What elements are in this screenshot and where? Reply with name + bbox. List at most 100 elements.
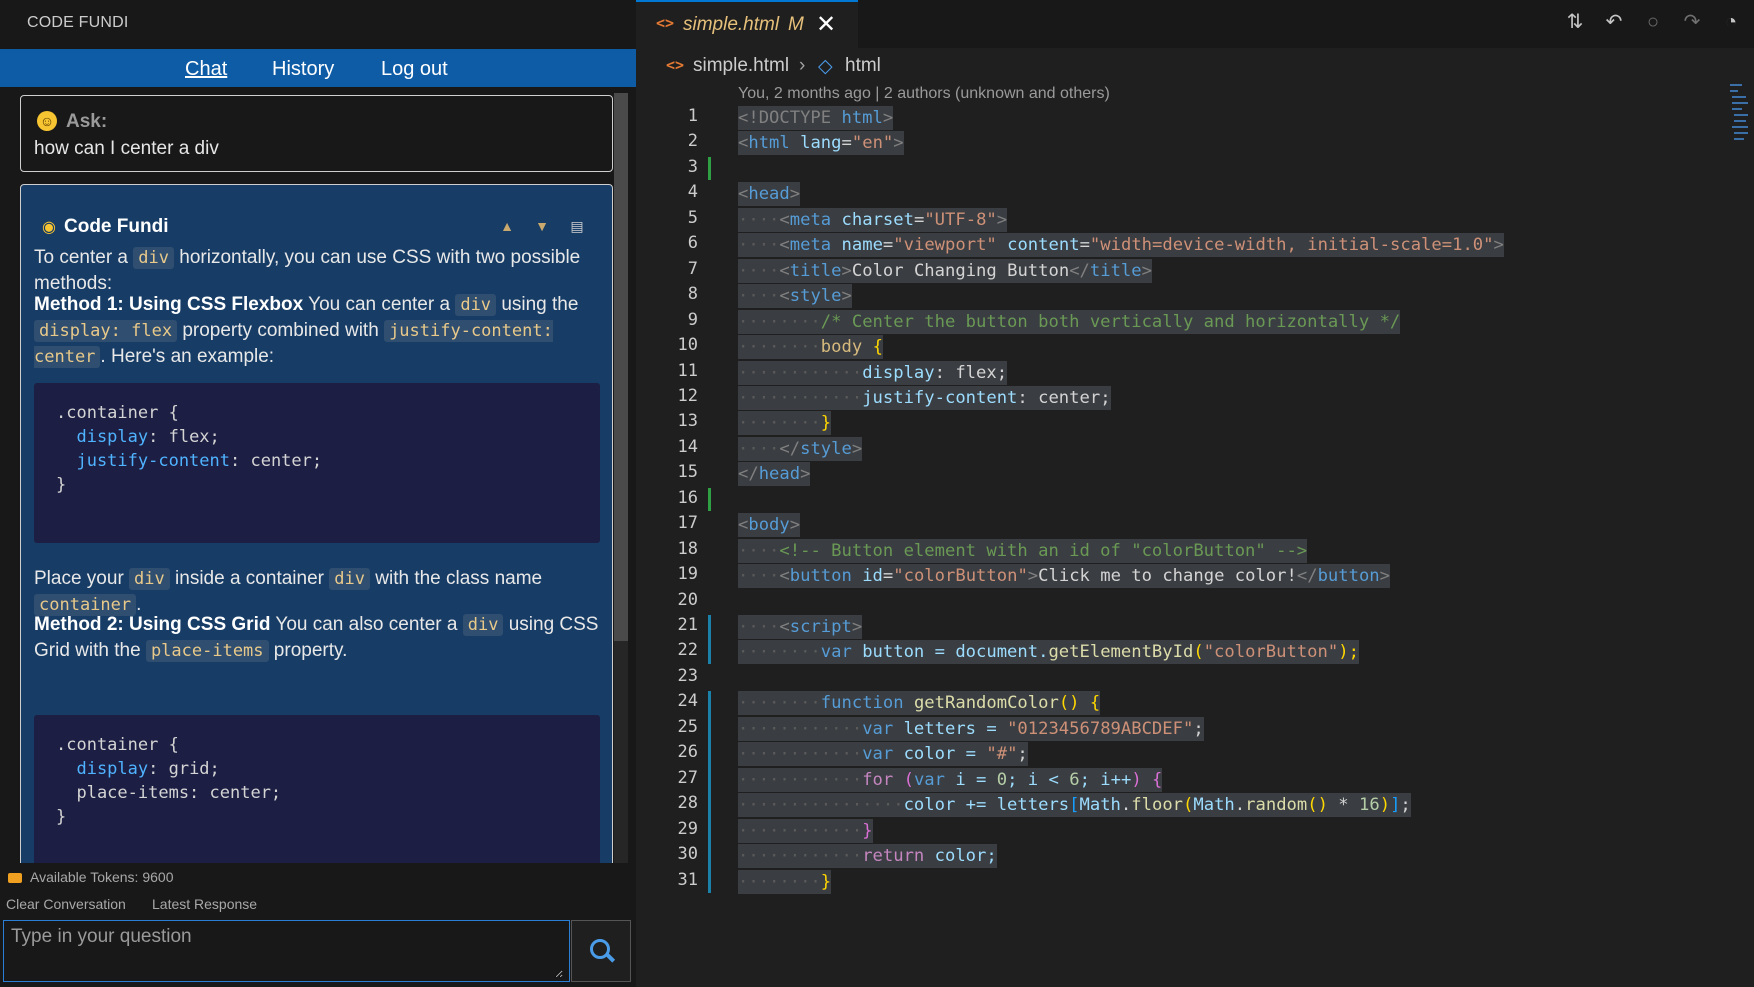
code-line: ················color += letters[Math.fl…	[738, 793, 1411, 818]
code-token: {	[1089, 693, 1101, 714]
code-token: button	[789, 566, 852, 587]
nav-history-link[interactable]: History	[272, 58, 334, 81]
go-back-icon[interactable]: ↶	[1603, 11, 1625, 33]
code-token: meta	[789, 209, 832, 230]
line-number: 22	[677, 640, 698, 661]
code-line: <head>	[738, 182, 801, 207]
response-message: ◉ Code Fundi ▲ ▼ ▤ To center a div horiz…	[20, 184, 613, 863]
code-line: ············var letters = "0123456789ABC…	[738, 716, 1204, 742]
code-line: <body>	[738, 513, 801, 538]
code-token: .	[1120, 795, 1132, 816]
assistant-avatar-icon: ◉	[42, 219, 56, 236]
tab-simple-html[interactable]: <> simple.html M ✕	[636, 0, 858, 48]
line-number: 2	[687, 131, 698, 152]
git-blame-annotation[interactable]: You, 2 months ago | 2 authors (unknown a…	[738, 85, 1110, 103]
line-number: 26	[677, 742, 698, 763]
code-token: title	[1089, 260, 1142, 281]
clipboard-icon[interactable]: ▤	[569, 218, 585, 234]
close-icon[interactable]: ✕	[816, 10, 836, 39]
code-token: <	[779, 566, 790, 587]
nav-logout-link[interactable]: Log out	[381, 58, 448, 81]
change-marker[interactable]	[708, 487, 711, 512]
code-token: ····	[738, 617, 780, 637]
clear-conversation-link[interactable]: Clear Conversation	[6, 896, 126, 912]
conversation-area[interactable]: ☺ Ask: how can I center a div ◉ Code Fun…	[0, 93, 614, 863]
minimap[interactable]	[1728, 82, 1748, 162]
timeline-icon[interactable]: ◔	[1720, 11, 1742, 33]
response-paragraph: Place your div inside a container div wi…	[34, 566, 604, 618]
code-token: )	[1379, 795, 1391, 816]
code-token: var	[862, 718, 894, 739]
line-number: 31	[677, 869, 698, 890]
circle-icon[interactable]: ○	[1642, 11, 1664, 33]
inline-code: place-items	[145, 640, 269, 662]
code-token: =	[1079, 235, 1090, 256]
code-token: [	[1069, 795, 1080, 816]
code-token: <	[738, 515, 749, 536]
text: Place your	[34, 568, 130, 589]
line-number: 23	[677, 665, 698, 686]
line-number: 15	[677, 462, 698, 483]
code-token: ············	[738, 820, 863, 841]
code-line: ····<script>	[738, 615, 863, 640]
code-token: >	[841, 260, 852, 281]
code-token: style	[789, 286, 842, 307]
code-fundi-panel: CODE FUNDI Chat History Log out ☺ Ask: h…	[0, 0, 636, 987]
nav-chat-link[interactable]: Chat	[185, 58, 227, 81]
code-token: ········	[738, 871, 821, 892]
latest-response-link[interactable]: Latest Response	[152, 896, 257, 912]
code-token: html	[831, 108, 883, 128]
code-token: ····	[738, 540, 780, 561]
html-file-icon: <>	[666, 56, 685, 74]
code-token: Click me to change color!	[1038, 566, 1297, 587]
line-number: 28	[677, 793, 698, 814]
search-icon	[590, 939, 610, 959]
change-marker[interactable]	[708, 615, 711, 664]
line-number: 25	[677, 716, 698, 737]
code-token: color =	[893, 744, 987, 765]
code-token: }	[862, 820, 873, 841]
line-number: 9	[687, 309, 698, 330]
text: To center a	[34, 247, 134, 268]
thumbs-up-icon[interactable]: ▲	[499, 218, 515, 234]
question-input[interactable]	[3, 920, 563, 978]
symbol-icon: ◇	[818, 56, 833, 77]
go-forward-icon[interactable]: ↷	[1681, 11, 1703, 33]
code-token: "viewport"	[893, 235, 997, 256]
inline-code: div	[133, 247, 174, 269]
code-token: ()	[1058, 693, 1090, 714]
compare-changes-icon[interactable]: ⇅	[1564, 11, 1586, 33]
ask-text: how can I center a div	[34, 138, 219, 159]
change-marker[interactable]	[708, 156, 711, 181]
minimap-line	[1734, 132, 1748, 134]
line-number: 6	[687, 233, 698, 254]
breadcrumb-file[interactable]: simple.html	[693, 55, 789, 77]
breadcrumb-symbol[interactable]: html	[845, 55, 881, 77]
code-token: <	[779, 260, 790, 281]
scrollbar-thumb[interactable]	[614, 93, 628, 641]
code-token: letters =	[893, 718, 1008, 739]
code-token: ()	[1307, 795, 1328, 816]
code-block[interactable]: .container { display: flex; justify-cont…	[34, 383, 600, 543]
code-token: ················	[738, 795, 904, 816]
code-block[interactable]: .container { display: grid; place-items:…	[34, 715, 600, 863]
code-token: </	[779, 438, 801, 459]
code-editor: <> simple.html M ✕ ⇅ ↶ ○ ↷ ◔ <> simple.h…	[636, 0, 1754, 987]
minimap-line	[1732, 108, 1742, 110]
tab-bar: <> simple.html M ✕ ⇅ ↶ ○ ↷ ◔	[636, 0, 1754, 48]
code-token: ;	[1193, 718, 1204, 739]
code-line: <html lang="en">	[738, 131, 904, 156]
thumbs-down-icon[interactable]: ▼	[534, 218, 550, 234]
smiley-icon: ☺	[37, 111, 57, 131]
inline-code: div	[129, 568, 170, 590]
line-number: 7	[687, 258, 698, 279]
code-token: floor	[1131, 795, 1184, 816]
code-token: <	[779, 286, 790, 307]
search-button[interactable]	[571, 920, 631, 982]
code-line: </head>	[738, 462, 811, 487]
change-marker[interactable]	[708, 691, 711, 893]
code-line: .container {	[56, 735, 179, 755]
code-token: >	[1027, 566, 1039, 587]
code-token: ;	[1017, 744, 1028, 765]
